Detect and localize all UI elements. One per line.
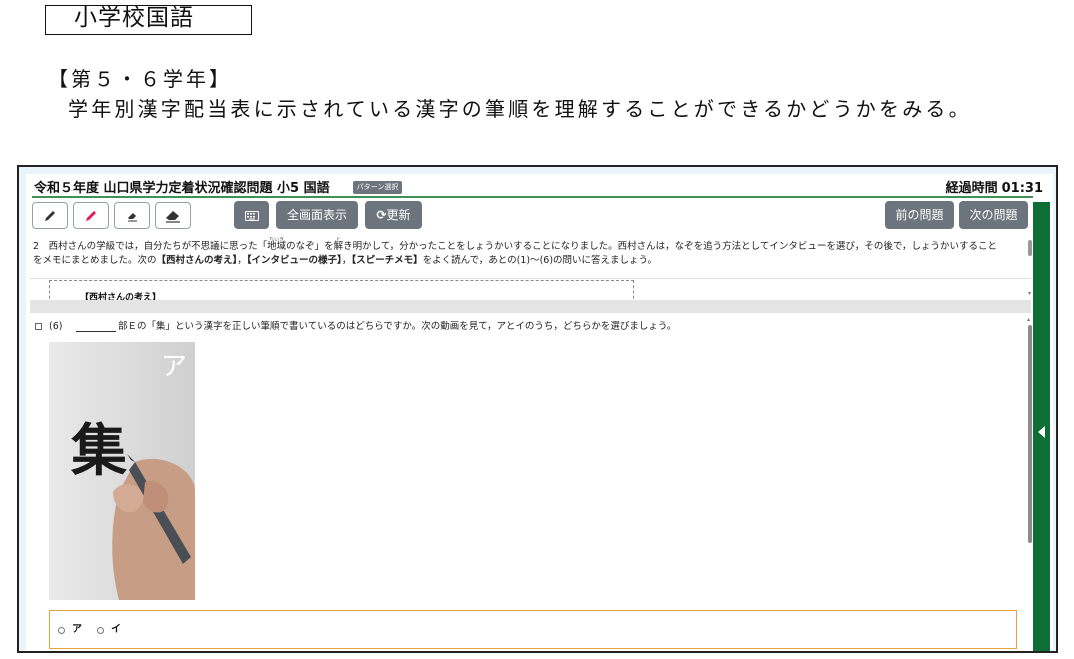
refresh-label: 更新 xyxy=(386,208,411,222)
passage-text-a: 西村さんの学級では，自分たちが不思議に思った「 xyxy=(48,241,268,252)
header-divider xyxy=(32,196,1033,198)
question-text: 部Ｅの「集」という漢字を正しい筆順で書いているのはどちらですか。次の動画を見て，… xyxy=(118,321,677,332)
question-number: (6) xyxy=(49,321,63,332)
keyboard-button[interactable] xyxy=(234,201,269,229)
choice-a-label: ア xyxy=(72,624,82,635)
choice-i[interactable]: イ xyxy=(97,623,121,637)
pencil-black-button[interactable] xyxy=(32,202,68,229)
ruby-chiiki: 地域 ちいき xyxy=(267,237,286,252)
passage-sep-1: ， xyxy=(237,255,247,266)
passage-number: 2 xyxy=(33,241,40,252)
radio-a[interactable] xyxy=(58,626,65,634)
underline-blank xyxy=(76,331,116,332)
keyboard-icon xyxy=(244,210,259,221)
elapsed-value: 01:31 xyxy=(1001,181,1043,196)
passage-text: 2 西村さんの学級では，自分たちが不思議に思った「地域 ちいき のなぞ」を解とき明か… xyxy=(33,237,1026,268)
radio-i[interactable] xyxy=(97,626,104,634)
choice-i-label: イ xyxy=(111,624,121,635)
side-panel-toggle[interactable] xyxy=(1033,202,1050,651)
passage-text-b: のなぞ」を xyxy=(286,241,334,252)
passage-bold-3: 【スピーチメモ】 xyxy=(351,255,423,266)
video-label: ア xyxy=(160,352,187,382)
prev-question-button[interactable]: 前の問題 xyxy=(885,201,954,229)
passage-divider xyxy=(30,278,1031,279)
exam-title: 令和５年度 山口県学力定着状況確認問題 小5 国語 xyxy=(34,181,330,196)
passage-sep-2: ， xyxy=(341,255,352,266)
ruby-text-1: ちいき xyxy=(269,237,285,243)
eraser-small-icon xyxy=(128,212,137,221)
passage-bold-2: 【インタビューの様子】 xyxy=(246,255,342,266)
pane-splitter[interactable] xyxy=(30,300,1031,313)
ruby-text-2: と xyxy=(335,237,341,243)
video-kanji: 集 xyxy=(70,418,127,484)
chevron-left-icon xyxy=(1038,426,1045,438)
ruby-to: 解と xyxy=(334,237,344,252)
fullscreen-button[interactable]: 全画面表示 xyxy=(276,201,358,229)
passage-scrollbar[interactable] xyxy=(1028,240,1032,256)
next-question-button[interactable]: 次の問題 xyxy=(959,201,1028,229)
grade-heading: 【第５・６学年】 xyxy=(48,67,232,91)
eraser-large-icon xyxy=(166,210,180,223)
assessment-description: 学年別漢字配当表に示されている漢字の筆順を理解することができるかどうかをみる。 xyxy=(68,97,972,121)
passage-bold-1: 【西村さんの考え】 xyxy=(156,255,238,266)
pencil-red-button[interactable] xyxy=(73,202,109,229)
choice-a[interactable]: ア xyxy=(58,623,82,637)
passage-text-e: をよく読んで，あとの(1)～(6)の問いに答えましょう。 xyxy=(422,255,657,266)
eraser-small-button[interactable] xyxy=(114,202,150,229)
question-scroll-up-icon[interactable]: ▴ xyxy=(1027,316,1030,323)
elapsed-label: 経過時間 xyxy=(945,181,998,196)
subject-title: 小学校国語 xyxy=(74,5,194,31)
question-checkbox[interactable] xyxy=(35,323,42,330)
passage-text-c: き明かして，分かったことをしょうかいすることになりました。西村さんは，なぞを追う… xyxy=(343,241,998,252)
question-scrollbar[interactable] xyxy=(1028,325,1032,543)
pencil-black-icon xyxy=(45,210,55,221)
passage-scroll-down-icon[interactable]: ▾ xyxy=(1028,290,1031,297)
eraser-large-button[interactable] xyxy=(155,202,191,229)
test-app-window: 令和５年度 山口県学力定着状況確認問題 小5 国語 パターン選択 経過時間 01:… xyxy=(17,165,1058,653)
pencil-red-icon xyxy=(86,210,96,221)
elapsed-time: 経過時間 01:31 xyxy=(942,181,1043,197)
refresh-icon: ⟳ xyxy=(376,208,387,222)
test-app-content: 令和５年度 山口県学力定着状況確認問題 小5 国語 パターン選択 経過時間 01:… xyxy=(26,174,1053,651)
passage-text-d: をメモにまとめました。次の xyxy=(33,255,157,266)
answer-choices: ア イ xyxy=(49,610,1017,649)
subject-title-box: 小学校国語 xyxy=(45,5,252,35)
stroke-order-video[interactable]: 集 ア xyxy=(49,342,195,600)
refresh-button[interactable]: ⟳更新 xyxy=(365,201,422,229)
pattern-select-badge[interactable]: パターン選択 xyxy=(353,181,402,194)
